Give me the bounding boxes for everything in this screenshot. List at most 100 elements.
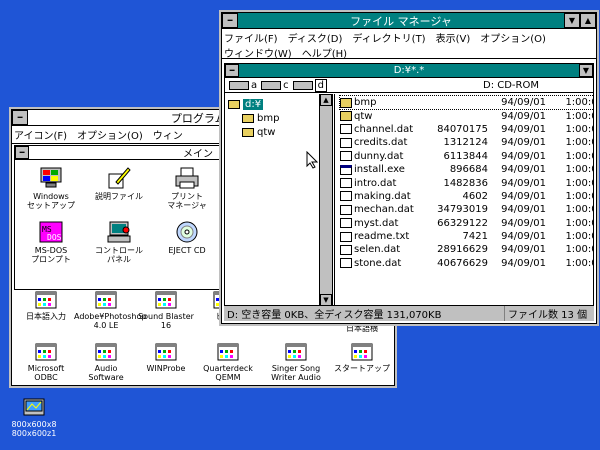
- file-row[interactable]: install.exe 896684 94/09/01 1:00:00: [340, 163, 593, 176]
- directory-system-menu-icon[interactable]: ━: [225, 64, 239, 77]
- pm-menu-item[interactable]: オプション(O): [77, 127, 143, 142]
- file-list: bmp94/09/011:00:00qtw94/09/011:00:00chan…: [339, 94, 593, 270]
- desktop-display-driver-icon[interactable]: 800x600x8 800x600z1: [6, 398, 62, 438]
- folder-icon: [340, 97, 352, 108]
- program-icon[interactable]: Windows セットアップ: [19, 166, 83, 210]
- file-size: 1312124: [443, 137, 488, 149]
- file-row[interactable]: credits.dat 1312124 94/09/01 1:00:00: [340, 136, 593, 149]
- system-menu-icon[interactable]: ━: [12, 110, 28, 125]
- program-group-icon[interactable]: Quarterdeck QEMM: [196, 342, 260, 382]
- tree-vertical-scrollbar[interactable]: ▲ ▼: [319, 94, 332, 306]
- minimize-icon[interactable]: ▼: [564, 13, 580, 28]
- file-time: 1:00:00: [565, 97, 593, 109]
- drive-button[interactable]: c: [261, 79, 289, 92]
- file-name: myst.dat: [354, 217, 399, 229]
- file-row[interactable]: making.dat 4602 94/09/01 1:00:00: [340, 190, 593, 203]
- group-icon: [349, 342, 375, 362]
- file-size: 6113844: [443, 150, 488, 162]
- file-row[interactable]: stone.dat 40676629 94/09/01 1:00:00: [340, 257, 593, 270]
- program-group-icon[interactable]: WINProbe: [134, 342, 198, 373]
- file-row[interactable]: mechan.dat 34793019 94/09/01 1:00:00: [340, 203, 593, 216]
- file-manager-titlebar[interactable]: ━ ファイル マネージャ ▼ ▲: [222, 13, 596, 29]
- file-row[interactable]: readme.txt 7421 94/09/01 1:00:00: [340, 230, 593, 243]
- main-group-system-menu-icon[interactable]: ━: [15, 146, 29, 159]
- main-group-titlebar[interactable]: ━ メイン: [15, 146, 221, 160]
- program-group-icon[interactable]: 日本語入力: [14, 290, 78, 321]
- program-group-icon[interactable]: Audio Software: [74, 342, 138, 382]
- program-group-label: Audio Software: [88, 364, 124, 382]
- program-group-icon[interactable]: Sound Blaster 16: [134, 290, 198, 330]
- fm-menu-item[interactable]: オプション(O): [480, 30, 546, 45]
- directory-window-titlebar[interactable]: ━ D:¥*.* ▼: [225, 64, 593, 78]
- program-group-icon[interactable]: Microsoft ODBC: [14, 342, 78, 382]
- file-row[interactable]: channel.dat 84070175 94/09/01 1:00:00: [340, 123, 593, 136]
- open-folder-icon: [228, 99, 240, 109]
- file-size: 40676629: [437, 257, 488, 269]
- drive-letter: d: [314, 78, 327, 92]
- program-icon[interactable]: コントロール パネル: [87, 220, 151, 264]
- file-list-pane[interactable]: bmp94/09/011:00:00qtw94/09/011:00:00chan…: [338, 94, 593, 306]
- desktop-icon-label: 800x600x8 800x600z1: [6, 420, 62, 438]
- system-menu-icon[interactable]: ━: [222, 13, 238, 28]
- scroll-up-icon[interactable]: ▲: [320, 94, 332, 106]
- file-row[interactable]: intro.dat 1482836 94/09/01 1:00:00: [340, 176, 593, 189]
- program-icon[interactable]: EJECT CD: [155, 220, 219, 255]
- directory-minimize-icon[interactable]: ▼: [579, 64, 593, 77]
- file-time: 1:00:00: [565, 137, 593, 149]
- program-group-label: Quarterdeck QEMM: [203, 364, 253, 382]
- pm-menu-item[interactable]: アイコン(F): [14, 127, 67, 142]
- fm-menu-item[interactable]: ファイル(F): [224, 30, 278, 45]
- main-group-title: メイン: [183, 149, 213, 160]
- directory-window[interactable]: ━ D:¥*.* ▼ acd D: CD-ROM d:¥ bmp qtw ▲ ▼ b…: [224, 63, 594, 321]
- group-icon: [33, 290, 59, 310]
- file-date: 94/09/01: [501, 244, 546, 256]
- tree-node[interactable]: qtw: [228, 125, 279, 139]
- file-date: 94/09/01: [501, 123, 546, 135]
- file-icon: [340, 244, 352, 255]
- display-driver-icon: [23, 398, 45, 416]
- readme-pen-icon: [106, 166, 132, 190]
- file-time: 1:00:00: [565, 190, 593, 202]
- file-icon: [340, 218, 352, 229]
- drive-bar: a c d D: CD-ROM: [225, 78, 593, 93]
- file-row[interactable]: qtw 94/09/01 1:00:00: [340, 109, 593, 122]
- fm-menu-item[interactable]: ウィンドウ(W): [224, 45, 292, 60]
- group-icon: [153, 342, 179, 362]
- fm-menu-item[interactable]: ヘルプ(H): [302, 45, 347, 60]
- file-row[interactable]: myst.dat 66329122 94/09/01 1:00:00: [340, 217, 593, 230]
- file-time: 1:00:00: [565, 244, 593, 256]
- windows-setup-icon: [38, 166, 64, 190]
- fm-menu-item[interactable]: ディレクトリ(T): [352, 30, 425, 45]
- file-name: install.exe: [354, 164, 405, 176]
- file-row[interactable]: dunny.dat 6113844 94/09/01 1:00:00: [340, 150, 593, 163]
- file-row[interactable]: selen.dat 28916629 94/09/01 1:00:00: [340, 243, 593, 256]
- program-group-icon[interactable]: Singer Song Writer Audio: [264, 342, 328, 382]
- control-panel-icon: [106, 220, 132, 244]
- drive-button[interactable]: d: [292, 78, 327, 92]
- msdos-icon: MS DOS: [38, 220, 64, 244]
- file-name: selen.dat: [354, 244, 401, 256]
- fm-menu-item[interactable]: 表示(V): [436, 30, 471, 45]
- maximize-icon[interactable]: ▲: [580, 13, 596, 28]
- program-icon[interactable]: MS DOS MS-DOS プロンプト: [19, 220, 83, 264]
- file-time: 1:00:00: [565, 110, 593, 122]
- directory-window-title: D:¥*.*: [393, 65, 425, 76]
- folder-icon: [242, 113, 254, 123]
- file-date: 94/09/01: [501, 177, 546, 189]
- main-group-window[interactable]: ━ メイン Windows セットアップ説明ファイルプリント マネージャクMSD…: [14, 145, 251, 290]
- pm-menu-item[interactable]: ウィン: [153, 127, 183, 142]
- program-group-icon[interactable]: スタートアップ: [330, 342, 394, 373]
- drive-button[interactable]: a: [229, 79, 257, 92]
- file-date: 94/09/01: [501, 150, 546, 162]
- file-manager-window[interactable]: ━ ファイル マネージャ ▼ ▲ ファイル(F) ディスク(D) ディレクトリ(T)…: [219, 10, 599, 326]
- tree-node[interactable]: bmp: [228, 111, 279, 125]
- file-row[interactable]: bmp 94/09/01 1:00:00: [339, 94, 593, 111]
- program-icon[interactable]: プリント マネージャ: [155, 166, 219, 210]
- tree-node-label: bmp: [257, 112, 280, 124]
- program-group-icon[interactable]: Adobe¥Photoshop 4.0 LE: [74, 290, 146, 330]
- fm-menu-item[interactable]: ディスク(D): [288, 30, 343, 45]
- group-icon: [93, 290, 119, 310]
- tree-pane[interactable]: d:¥ bmp qtw ▲ ▼: [225, 94, 335, 306]
- tree-node[interactable]: d:¥: [228, 97, 279, 111]
- program-icon[interactable]: 説明ファイル: [87, 166, 151, 201]
